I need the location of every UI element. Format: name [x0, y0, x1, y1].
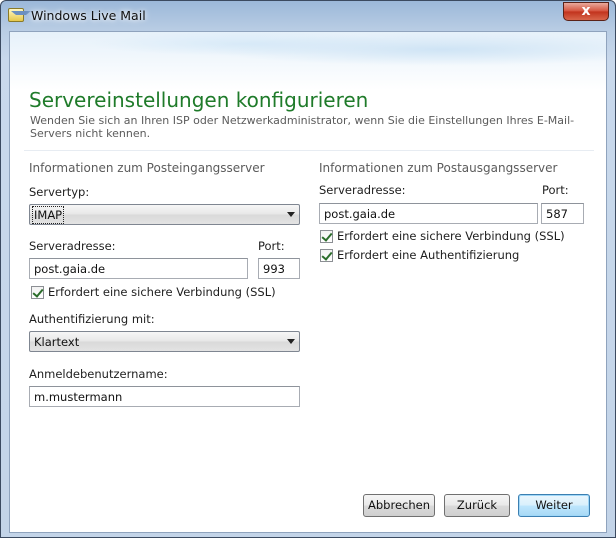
auth-method-value: Klartext — [34, 335, 80, 349]
title-bar[interactable]: Windows Live Mail x — [1, 1, 615, 31]
server-type-dropdown[interactable]: IMAP — [29, 204, 300, 225]
cancel-button[interactable]: Abbrechen — [363, 494, 435, 517]
window-title: Windows Live Mail — [31, 8, 146, 23]
back-button[interactable]: Zurück — [444, 494, 510, 517]
incoming-section-title: Informationen zum Posteingangsserver — [29, 161, 265, 175]
checkmark-icon — [31, 285, 44, 299]
outgoing-auth-required-label: Erfordert eine Authentifizierung — [337, 248, 520, 262]
incoming-ssl-checkbox[interactable]: Erfordert eine sichere Verbindung (SSL) — [31, 285, 276, 299]
outgoing-section-title: Informationen zum Postausgangsserver — [319, 161, 558, 175]
username-label: Anmeldebenutzername: — [29, 367, 168, 381]
page-title: Servereinstellungen konfigurieren — [29, 88, 369, 112]
username-input[interactable] — [29, 386, 300, 407]
header-banner — [10, 32, 606, 90]
checkmark-icon — [320, 229, 333, 243]
wizard-window: Windows Live Mail x Servereinstellungen … — [0, 0, 616, 538]
header-separator — [24, 150, 594, 151]
outgoing-port-label: Port: — [542, 183, 569, 197]
outgoing-server-address-label: Serveradresse: — [319, 183, 406, 197]
outgoing-server-address-input[interactable] — [319, 203, 538, 224]
incoming-server-address-label: Serveradresse: — [29, 239, 116, 253]
checkmark-icon — [320, 248, 333, 262]
server-type-label: Servertyp: — [29, 185, 90, 199]
next-button[interactable]: Weiter — [518, 494, 590, 517]
incoming-port-input[interactable] — [258, 258, 300, 279]
auth-method-dropdown[interactable]: Klartext — [29, 331, 300, 352]
server-type-value: IMAP — [31, 206, 65, 224]
incoming-server-address-input[interactable] — [29, 258, 248, 279]
page-description: Wenden Sie sich an Ihren ISP oder Netzwe… — [30, 114, 575, 140]
close-button[interactable]: x — [563, 2, 609, 21]
auth-method-label: Authentifizierung mit: — [29, 312, 155, 326]
outgoing-ssl-checkbox[interactable]: Erfordert eine sichere Verbindung (SSL) — [320, 229, 565, 243]
outgoing-ssl-label: Erfordert eine sichere Verbindung (SSL) — [337, 229, 565, 243]
incoming-port-label: Port: — [258, 239, 285, 253]
outgoing-auth-required-checkbox[interactable]: Erfordert eine Authentifizierung — [320, 248, 519, 262]
chevron-down-icon — [287, 339, 295, 344]
outgoing-port-input[interactable] — [541, 203, 584, 224]
mail-app-icon — [8, 8, 31, 22]
chevron-down-icon — [287, 212, 295, 217]
incoming-ssl-label: Erfordert eine sichere Verbindung (SSL) — [48, 285, 276, 299]
wizard-content: Servereinstellungen konfigurieren Wenden… — [9, 31, 607, 533]
